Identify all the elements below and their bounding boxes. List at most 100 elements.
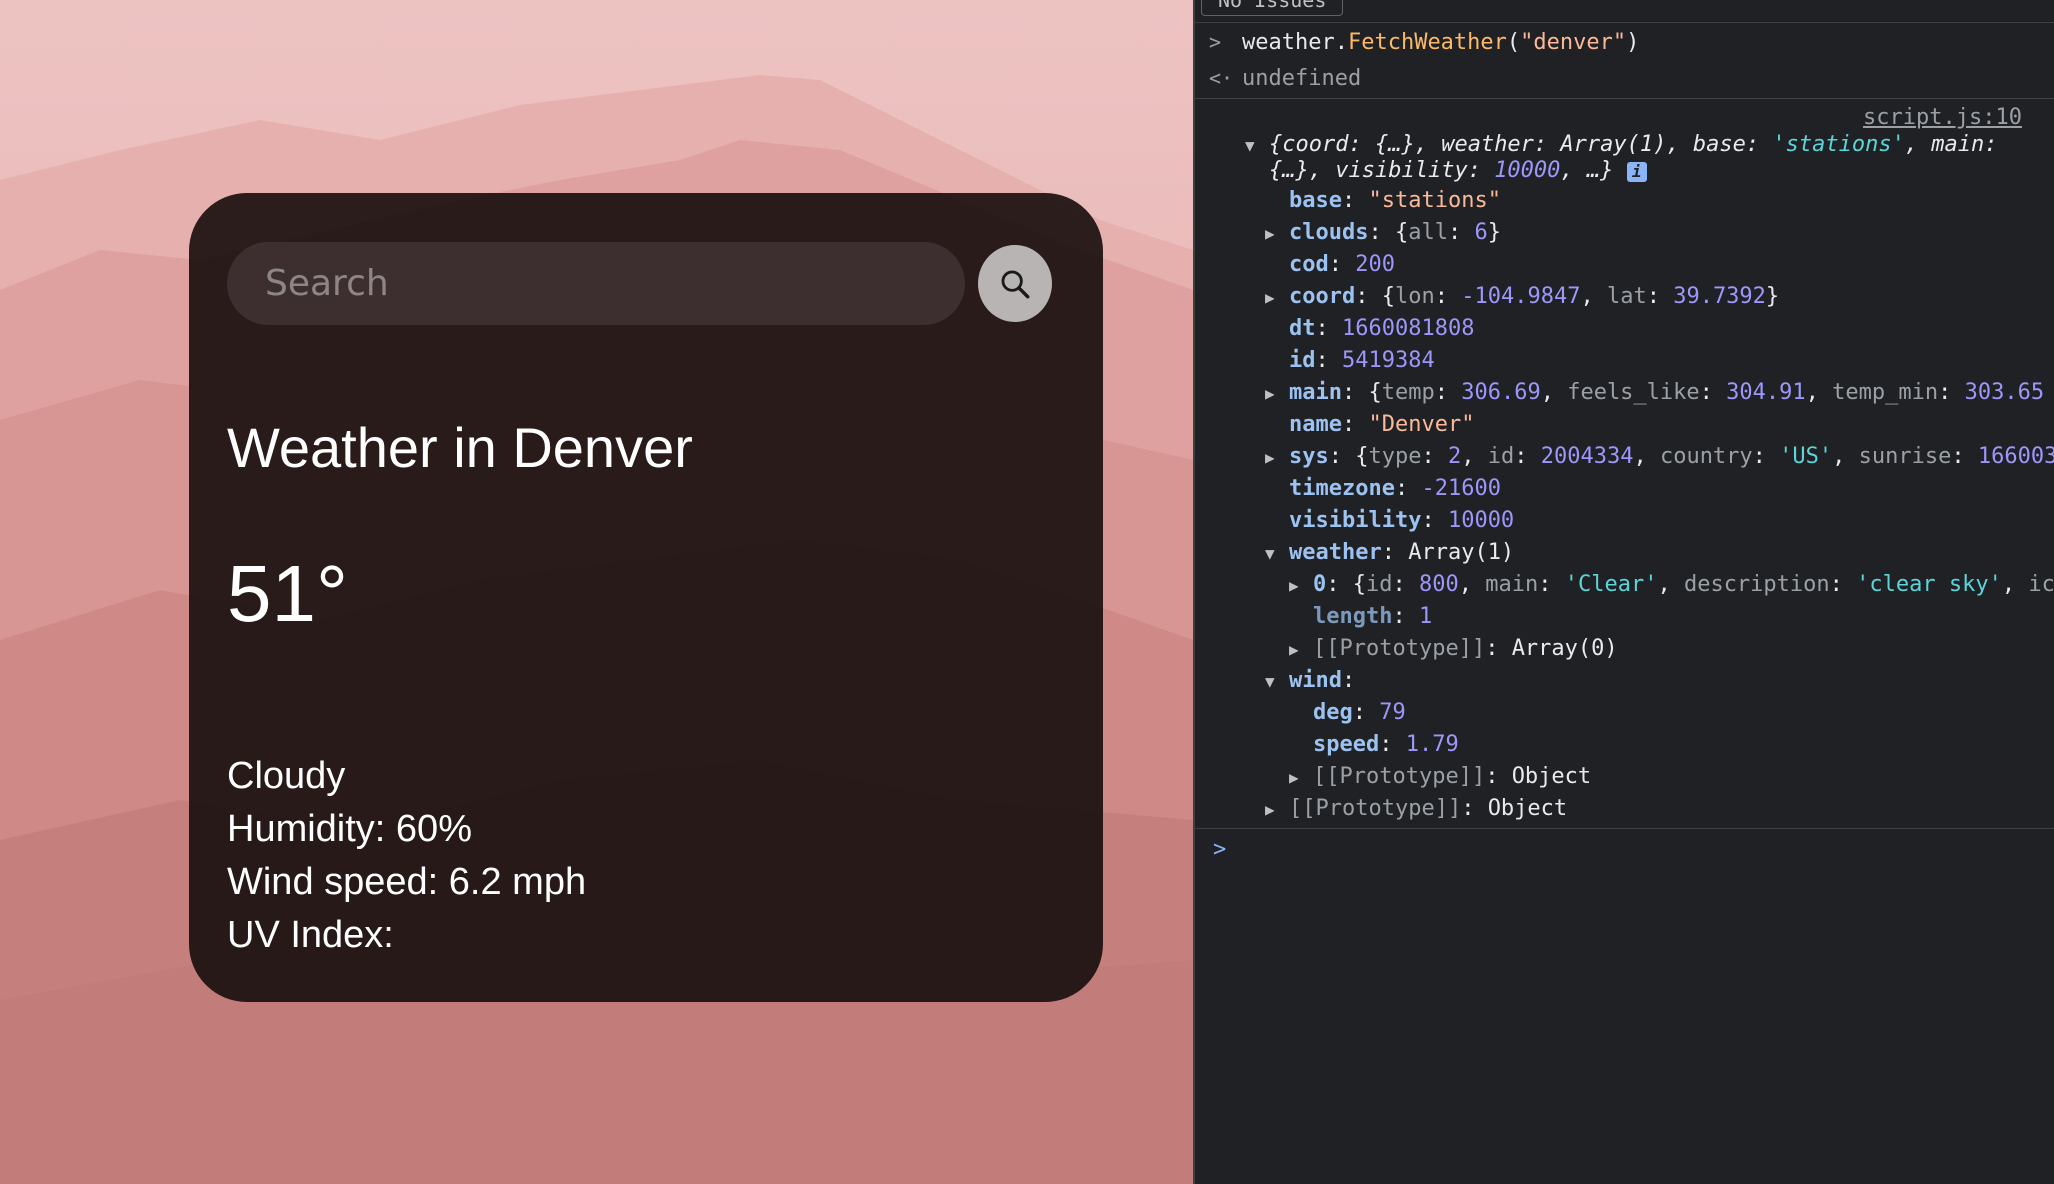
prop-key: dt: [1289, 316, 1316, 341]
prop-coord[interactable]: ▶ coord: {lon: -104.9847, lat: 39.7392}: [1265, 283, 1779, 312]
prop-value: "stations": [1368, 188, 1501, 213]
preview-value: 'US': [1779, 444, 1833, 469]
prop-key: main: [1289, 380, 1342, 405]
expand-triangle-icon: ▶: [1289, 640, 1299, 659]
prop-key: name: [1289, 412, 1342, 437]
uv-index: UV Index:: [227, 914, 394, 956]
preview-value: 304.91: [1726, 380, 1806, 405]
prop-brace: {: [1355, 444, 1369, 469]
command-argument: "denver": [1520, 30, 1627, 55]
prop-brace: }: [1487, 220, 1501, 245]
preview-key: id: [1487, 444, 1515, 469]
prop-value: Object: [1487, 796, 1568, 821]
prop-weather-prototype[interactable]: ▶ [[Prototype]]: Array(0): [1289, 635, 1618, 664]
source-link-text: script.js:10: [1863, 105, 2022, 130]
prop-dt: dt: 1660081808: [1289, 316, 1475, 341]
prop-value: 5419384: [1342, 348, 1435, 373]
summary-number: 10000: [1494, 158, 1561, 183]
preview-key: all: [1408, 220, 1448, 245]
object-summary-line1[interactable]: ▼ {coord: {…}, weather: Array(1), base: '…: [1245, 131, 1998, 160]
prop-base: base: "stations": [1289, 188, 1501, 213]
console-command[interactable]: weather.FetchWeather("denver"): [1242, 29, 1639, 57]
prop-key: 0: [1313, 572, 1327, 597]
console-prompt[interactable]: >: [1213, 836, 1226, 864]
collapse-triangle-icon: ▼: [1265, 672, 1275, 691]
summary-text: , visibility:: [1308, 158, 1495, 183]
preview-value: 'Clear': [1564, 572, 1658, 597]
preview-value: 800: [1419, 572, 1459, 597]
prop-id: id: 5419384: [1289, 348, 1435, 373]
prop-key: wind: [1289, 668, 1342, 693]
summary-text: {coord:: [1269, 132, 1375, 157]
prop-root-prototype[interactable]: ▶ [[Prototype]]: Object: [1265, 795, 1567, 824]
prop-key: deg: [1313, 700, 1353, 725]
command-paren: ): [1626, 30, 1640, 55]
humidity: Humidity: 60%: [227, 808, 472, 850]
weather-app-page: Weather in Denver 51° Cloudy Humidity: 6…: [0, 0, 1193, 1184]
prop-visibility: visibility: 10000: [1289, 508, 1515, 533]
preview-key: feels_like: [1567, 380, 1700, 405]
search-input[interactable]: [227, 242, 965, 325]
summary-text: {…}: [1374, 132, 1415, 157]
summary-text: {…}: [1269, 158, 1309, 183]
console-toolbar: No Issues: [1195, 0, 2054, 23]
preview-key: temp: [1381, 380, 1435, 405]
summary-text: , weather:: [1414, 132, 1561, 157]
preview-key: lat: [1606, 284, 1647, 309]
prop-value: "Denver": [1368, 412, 1475, 437]
prop-key: weather: [1289, 540, 1382, 565]
prop-main[interactable]: ▶ main: {temp: 306.69, feels_like: 304.91…: [1265, 379, 2044, 408]
prop-value: -21600: [1421, 476, 1501, 501]
summary-text: , main:: [1904, 132, 1998, 157]
preview-value: 306.69: [1461, 380, 1541, 405]
prop-brace: {: [1352, 572, 1366, 597]
prop-clouds[interactable]: ▶ clouds: {all: 6}: [1265, 219, 1501, 248]
object-summary-line2: {…}, visibility: 10000, …} i: [1269, 157, 1647, 185]
prop-weather-0[interactable]: ▶ 0: {id: 800, main: 'Clear', description…: [1289, 571, 2054, 600]
collapse-triangle-icon: ▼: [1265, 544, 1275, 563]
info-icon[interactable]: i: [1626, 162, 1647, 182]
prop-value: 10000: [1447, 508, 1515, 533]
preview-value: 1660036: [1977, 444, 2054, 469]
prop-value: 79: [1379, 700, 1406, 725]
prop-key: [[Prototype]]: [1313, 764, 1486, 789]
preview-value: 6: [1474, 220, 1488, 245]
prop-value: Array(0): [1511, 636, 1618, 661]
command-result: undefined: [1242, 66, 1362, 91]
expand-triangle-icon: ▶: [1265, 800, 1275, 819]
prop-brace: }: [1765, 284, 1780, 309]
wind-speed: Wind speed: 6.2 mph: [227, 861, 587, 903]
summary-text: , base:: [1666, 132, 1773, 157]
temperature: 51°: [227, 549, 348, 638]
input-chevron-icon: >: [1209, 30, 1222, 54]
issues-button[interactable]: No Issues: [1201, 0, 1344, 16]
preview-key: main: [1485, 572, 1539, 597]
prop-deg: deg: 79: [1313, 700, 1406, 725]
prop-weather[interactable]: ▼ weather: Array(1): [1265, 539, 1514, 568]
source-link[interactable]: script.js:10: [1863, 104, 2022, 132]
divider: [1195, 828, 2054, 829]
prop-wind[interactable]: ▼ wind:: [1265, 667, 1355, 696]
prop-value: Object: [1511, 764, 1592, 789]
preview-value: 39.7392: [1673, 284, 1766, 309]
preview-value: 2: [1447, 444, 1462, 469]
preview-key: sunrise: [1858, 444, 1952, 469]
prop-cod: cod: 200: [1289, 252, 1395, 277]
devtools-console: No Issues > weather.FetchWeather("denver…: [1193, 0, 2054, 1184]
preview-value: 'clear sky': [1856, 572, 2002, 597]
prop-wind-prototype[interactable]: ▶ [[Prototype]]: Object: [1289, 763, 1591, 792]
prop-sys[interactable]: ▶ sys: {type: 2, id: 2004334, country: 'U…: [1265, 443, 2054, 472]
preview-key: id: [1366, 572, 1393, 597]
prop-key: [[Prototype]]: [1313, 636, 1486, 661]
expand-triangle-icon: ▶: [1289, 768, 1299, 787]
prop-value: Array(1): [1408, 540, 1515, 565]
prop-key: [[Prototype]]: [1289, 796, 1462, 821]
prop-key: timezone: [1289, 476, 1395, 501]
expand-triangle-icon: ▶: [1265, 384, 1275, 403]
preview-key: lon: [1394, 284, 1435, 309]
prop-key: speed: [1313, 732, 1380, 757]
search-button[interactable]: [978, 245, 1052, 322]
prop-length: length: 1: [1313, 604, 1433, 629]
prop-key: base: [1289, 188, 1342, 213]
summary-text: , …}: [1560, 158, 1614, 183]
